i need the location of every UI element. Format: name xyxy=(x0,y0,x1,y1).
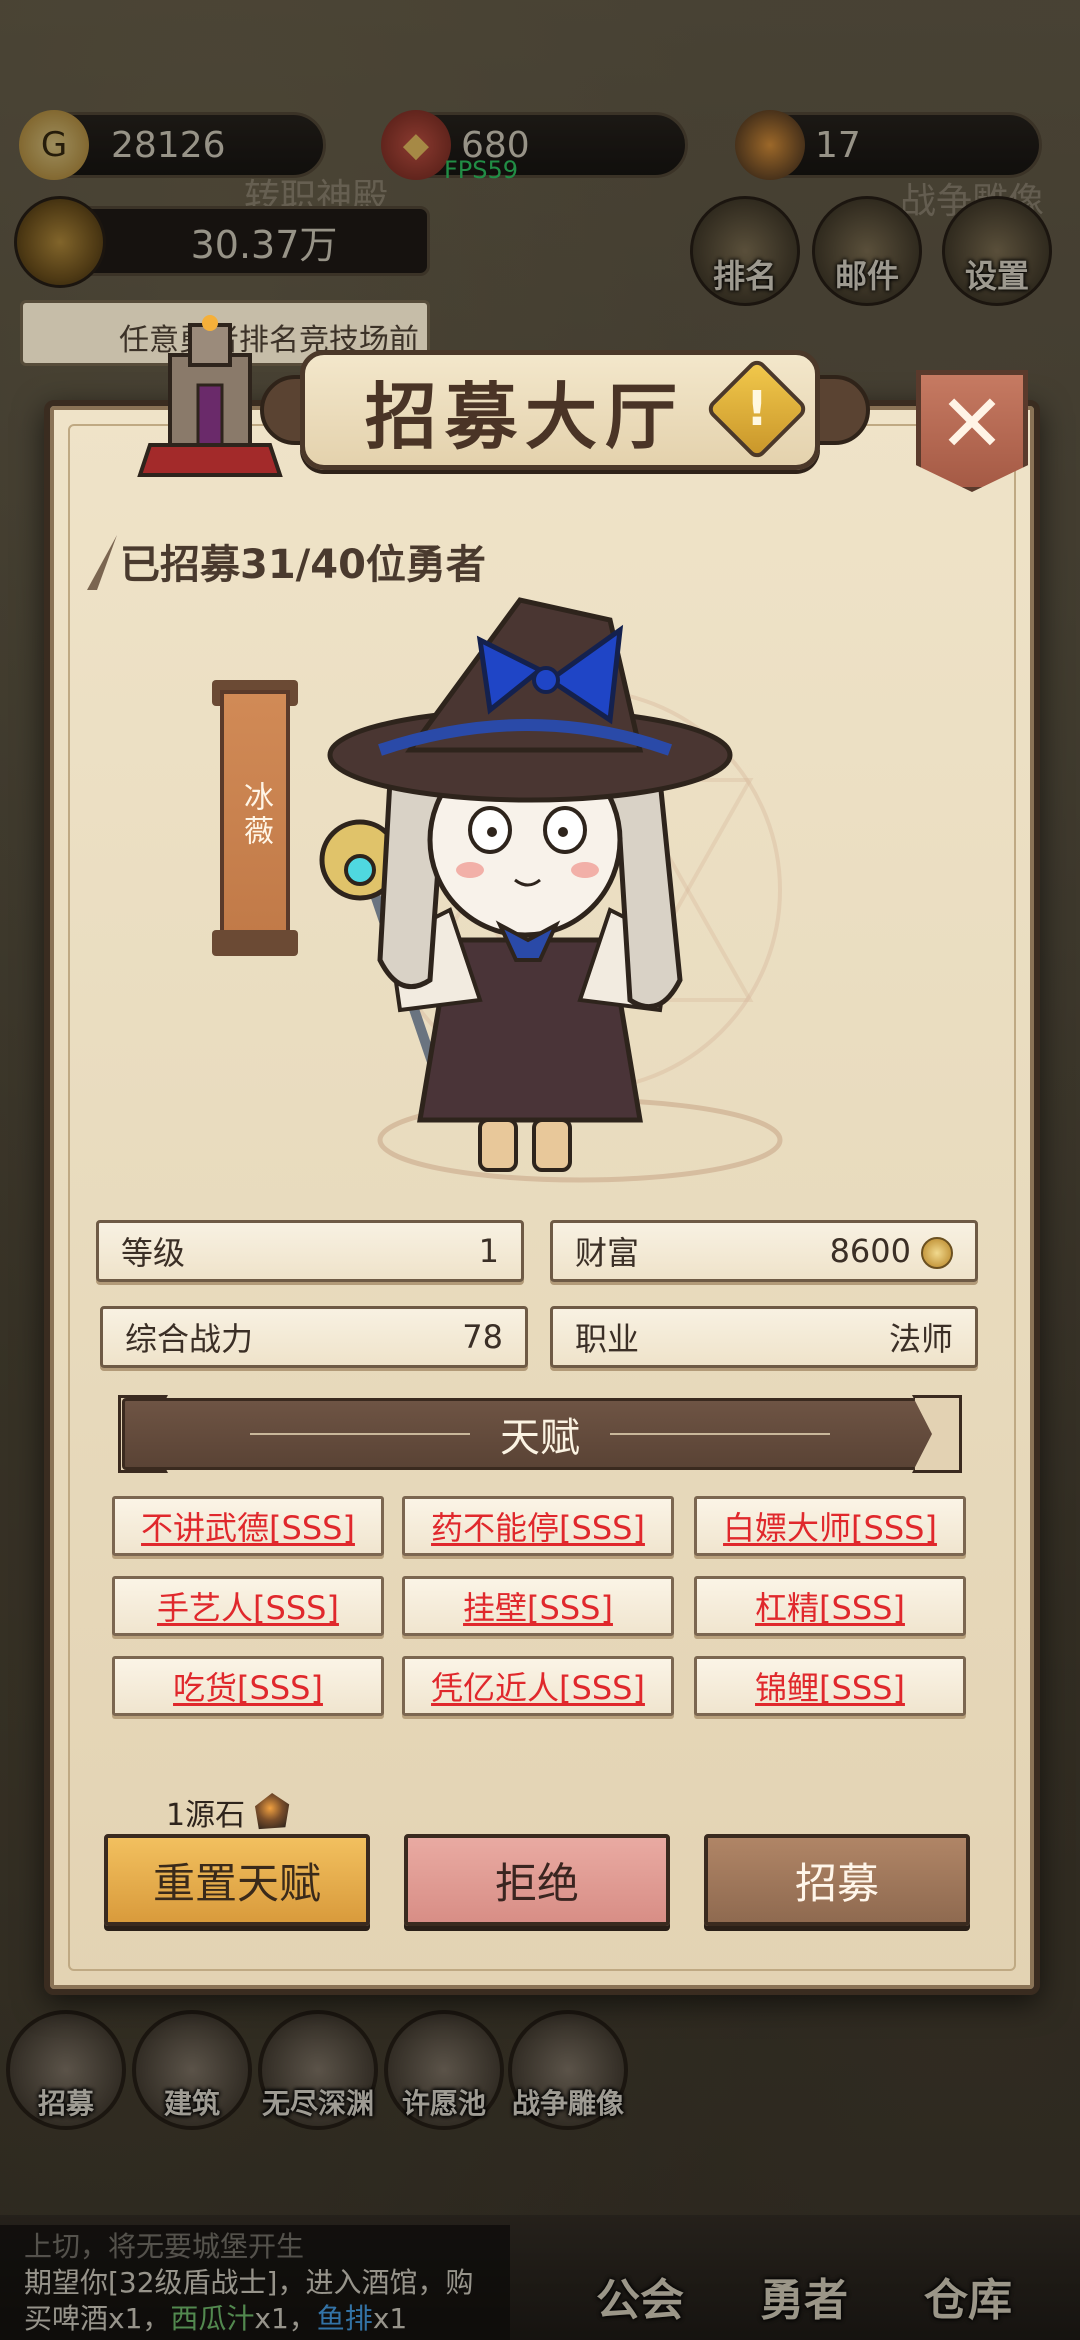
talent-label: 杠精[SSS] xyxy=(755,1589,905,1627)
reset-talent-button[interactable]: 重置天赋 xyxy=(104,1834,370,1926)
talent-label: 锦鲤[SSS] xyxy=(755,1669,905,1707)
talent-item[interactable]: 白嫖大师[SSS] xyxy=(694,1496,966,1556)
recruit-button[interactable]: 招募 xyxy=(704,1834,970,1926)
stat-power: 综合战力 78 xyxy=(100,1306,528,1368)
talent-label: 手艺人[SSS] xyxy=(157,1589,339,1627)
talent-label: 药不能停[SSS] xyxy=(431,1509,645,1547)
talent-label: 白嫖大师[SSS] xyxy=(723,1509,937,1547)
stat-class: 职业 法师 xyxy=(550,1306,978,1368)
talent-item[interactable]: 手艺人[SSS] xyxy=(112,1576,384,1636)
stat-wealth-label: 财富 xyxy=(575,1234,640,1272)
gold-coin-icon xyxy=(921,1237,953,1269)
reset-cost-label: 1源石 xyxy=(166,1798,246,1833)
stat-class-value: 法师 xyxy=(888,1320,953,1358)
info-glyph: ! xyxy=(746,381,768,437)
dialog-title: 招募大厅 xyxy=(364,374,685,459)
talent-item[interactable]: 杠精[SSS] xyxy=(694,1576,966,1636)
stat-wealth-value: 8600 xyxy=(829,1232,911,1270)
talent-header-label: 天赋 xyxy=(500,1415,580,1461)
reset-cost: 1源石 xyxy=(166,1790,291,1834)
recruit-label: 招募 xyxy=(794,1858,879,1908)
talent-item[interactable]: 不讲武德[SSS] xyxy=(112,1496,384,1556)
talent-label: 凭亿近人[SSS] xyxy=(431,1669,645,1707)
talent-label: 不讲武德[SSS] xyxy=(141,1509,355,1547)
hero-portrait xyxy=(319,597,783,1183)
stat-level-value: 1 xyxy=(478,1232,499,1270)
talent-divider-right xyxy=(610,1433,830,1435)
reject-button[interactable]: 拒绝 xyxy=(404,1834,670,1926)
reject-label: 拒绝 xyxy=(494,1858,579,1908)
talent-item[interactable]: 药不能停[SSS] xyxy=(402,1496,674,1556)
close-icon: ✕ xyxy=(938,376,1006,470)
stat-wealth: 财富 8600 xyxy=(550,1220,978,1282)
castle-icon xyxy=(137,315,283,477)
stat-power-label: 综合战力 xyxy=(125,1320,254,1358)
talent-item[interactable]: 吃货[SSS] xyxy=(112,1656,384,1716)
stat-level: 等级 1 xyxy=(96,1220,524,1282)
stat-class-label: 职业 xyxy=(575,1320,640,1358)
talent-divider-left xyxy=(250,1433,470,1435)
hero-name: 冰薇 xyxy=(238,781,273,849)
talent-item[interactable]: 挂壁[SSS] xyxy=(402,1576,674,1636)
reset-talent-label: 重置天赋 xyxy=(152,1858,321,1908)
stat-wealth-value-wrap: 8600 xyxy=(830,1232,953,1270)
stat-power-value: 78 xyxy=(462,1318,503,1356)
talent-item[interactable]: 锦鲤[SSS] xyxy=(694,1656,966,1716)
stat-level-label: 等级 xyxy=(121,1234,186,1272)
quill-icon xyxy=(87,535,117,590)
talent-header: 天赋 xyxy=(122,1398,958,1470)
source-stone-icon xyxy=(254,1793,290,1830)
talent-label: 吃货[SSS] xyxy=(173,1669,323,1707)
talent-label: 挂壁[SSS] xyxy=(463,1589,613,1627)
talent-item[interactable]: 凭亿近人[SSS] xyxy=(402,1656,674,1716)
